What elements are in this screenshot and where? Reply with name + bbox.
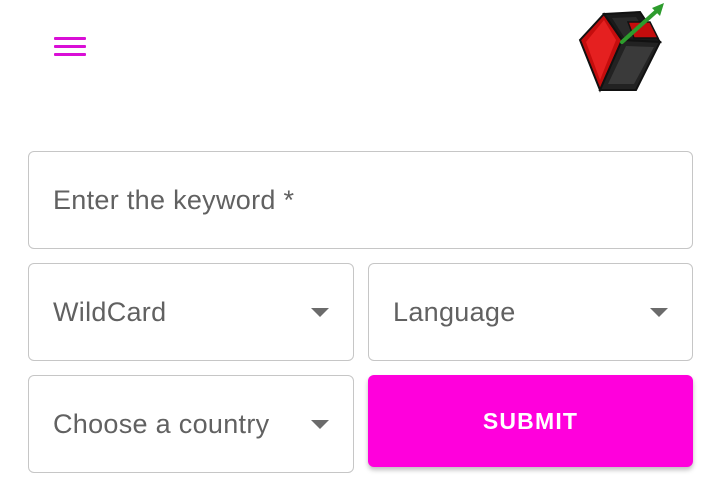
chevron-down-icon: [311, 419, 329, 429]
country-select[interactable]: Choose a country: [28, 375, 354, 473]
search-page: Enter the keyword * WildCard Language Ch…: [0, 0, 719, 501]
wildcard-select[interactable]: WildCard: [28, 263, 354, 361]
cube-logo-icon: [572, 0, 672, 96]
keyword-input[interactable]: Enter the keyword *: [28, 151, 693, 249]
keyword-placeholder: Enter the keyword *: [53, 184, 295, 215]
language-label: Language: [393, 296, 516, 327]
chevron-down-icon: [650, 307, 668, 317]
menu-bar: [54, 52, 86, 56]
wildcard-label: WildCard: [53, 296, 167, 327]
language-select[interactable]: Language: [368, 263, 693, 361]
country-label: Choose a country: [53, 408, 270, 439]
menu-bar: [54, 44, 86, 48]
chevron-down-icon: [311, 307, 329, 317]
menu-bar: [54, 36, 86, 40]
hamburger-menu-icon[interactable]: [48, 28, 92, 64]
submit-button[interactable]: SUBMIT: [368, 375, 693, 467]
